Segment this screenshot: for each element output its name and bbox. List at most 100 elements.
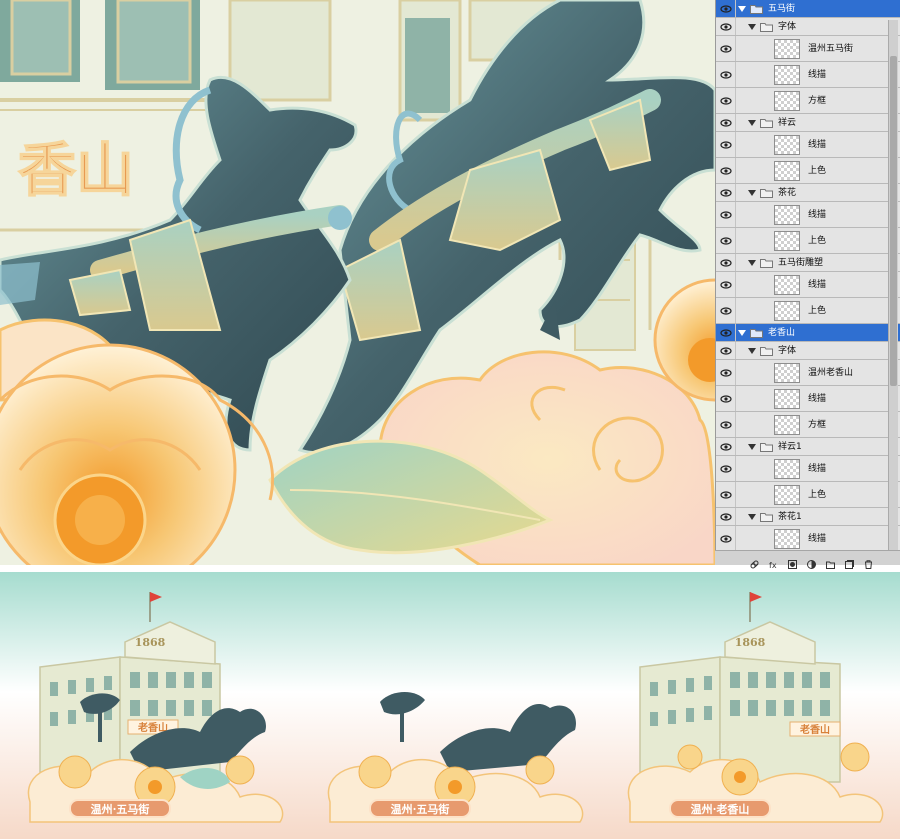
preview-card-2[interactable]: 温州·五马街 (300, 572, 600, 839)
expand-triangle-icon[interactable] (748, 347, 756, 355)
layer-name: 方框 (808, 420, 827, 430)
layer-name: 上色 (808, 306, 827, 316)
layers-scrollbar[interactable] (888, 20, 898, 550)
expand-triangle-icon[interactable] (748, 23, 756, 31)
layer-group-row[interactable]: 茶花 (716, 184, 900, 202)
visibility-eye-icon[interactable] (720, 345, 732, 357)
visibility-eye-icon[interactable] (720, 279, 732, 291)
visibility-eye-icon[interactable] (720, 327, 732, 339)
visibility-eye-icon[interactable] (720, 3, 732, 15)
visibility-eye-icon[interactable] (720, 21, 732, 33)
expand-triangle-icon[interactable] (738, 5, 746, 13)
layer-row[interactable]: 线描 (716, 62, 900, 88)
row-divider (735, 202, 736, 227)
visibility-eye-icon[interactable] (720, 43, 732, 55)
layer-group-row[interactable]: 字体 (716, 18, 900, 36)
layer-group-row[interactable]: 祥云1 (716, 438, 900, 456)
new-layer-icon[interactable] (845, 554, 854, 569)
layer-row[interactable]: 线描 (716, 132, 900, 158)
layer-name: 上色 (808, 490, 827, 500)
visibility-eye-icon[interactable] (720, 419, 732, 431)
visibility-eye-icon[interactable] (720, 489, 732, 501)
layer-row[interactable]: 上色 (716, 298, 900, 324)
trash-icon[interactable] (864, 554, 873, 569)
row-divider (735, 508, 736, 525)
layer-name: 方框 (808, 96, 827, 106)
layer-thumbnail (774, 275, 800, 295)
row-divider (735, 324, 736, 341)
visibility-eye-icon[interactable] (720, 257, 732, 269)
layer-row[interactable]: 线描 (716, 526, 900, 552)
adjustment-icon[interactable] (807, 554, 816, 569)
layer-row[interactable]: 上色 (716, 228, 900, 254)
layer-thumbnail (774, 205, 800, 225)
layer-name: 五马街 (768, 4, 796, 14)
expand-triangle-icon[interactable] (748, 119, 756, 127)
layer-row[interactable]: 线描 (716, 202, 900, 228)
layer-name: 字体 (778, 346, 797, 356)
visibility-eye-icon[interactable] (720, 393, 732, 405)
visibility-eye-icon[interactable] (720, 367, 732, 379)
new-group-icon[interactable] (826, 554, 835, 569)
year-label: 1868 (735, 636, 766, 649)
layer-row[interactable]: 上色 (716, 482, 900, 508)
visibility-eye-icon[interactable] (720, 69, 732, 81)
visibility-eye-icon[interactable] (720, 117, 732, 129)
folder-icon (750, 4, 763, 14)
row-divider (735, 438, 736, 455)
layer-row[interactable]: 上色 (716, 158, 900, 184)
layer-row[interactable]: 线描 (716, 456, 900, 482)
layers-footer-toolbar: fx (715, 550, 900, 570)
layer-group-row[interactable]: 茶花1 (716, 508, 900, 526)
row-divider (735, 158, 736, 183)
expand-triangle-icon[interactable] (748, 443, 756, 451)
layer-row[interactable]: 线描 (716, 272, 900, 298)
expand-triangle-icon[interactable] (748, 259, 756, 267)
layers-scrollbar-thumb[interactable] (890, 56, 897, 386)
folder-icon (760, 442, 773, 452)
layer-group-row[interactable]: 祥云 (716, 114, 900, 132)
layer-name: 上色 (808, 166, 827, 176)
visibility-eye-icon[interactable] (720, 533, 732, 545)
caption-text: 温州·五马街 (91, 802, 150, 816)
layer-row[interactable]: 方框 (716, 412, 900, 438)
layer-name: 线描 (808, 534, 827, 544)
layer-name: 老香山 (768, 328, 796, 338)
layer-group-row[interactable]: 五马街雕塑 (716, 254, 900, 272)
layer-thumbnail (774, 231, 800, 251)
preview-card-3[interactable]: 1868 老香山 温州·老香山 (600, 572, 900, 839)
visibility-eye-icon[interactable] (720, 235, 732, 247)
visibility-eye-icon[interactable] (720, 165, 732, 177)
link-icon[interactable] (750, 554, 759, 569)
fx-icon[interactable]: fx (769, 554, 778, 570)
svg-text:fx: fx (769, 561, 777, 569)
layer-name: 五马街雕塑 (778, 258, 824, 268)
layer-name: 茶花 (778, 188, 797, 198)
visibility-eye-icon[interactable] (720, 463, 732, 475)
visibility-eye-icon[interactable] (720, 187, 732, 199)
layer-name: 线描 (808, 210, 827, 220)
layer-group-row[interactable]: 老香山 (716, 324, 900, 342)
expand-triangle-icon[interactable] (748, 513, 756, 521)
expand-triangle-icon[interactable] (748, 189, 756, 197)
row-divider (735, 228, 736, 253)
visibility-eye-icon[interactable] (720, 95, 732, 107)
row-divider (735, 132, 736, 157)
layer-row[interactable]: 线描 (716, 386, 900, 412)
layer-group-row[interactable]: 字体 (716, 342, 900, 360)
layer-row[interactable]: 方框 (716, 88, 900, 114)
mask-icon[interactable] (788, 554, 797, 569)
preview-card-1[interactable]: 1868 老香山 温州·五马街 (0, 572, 300, 839)
visibility-eye-icon[interactable] (720, 441, 732, 453)
visibility-eye-icon[interactable] (720, 511, 732, 523)
layer-name: 祥云1 (778, 442, 802, 452)
expand-triangle-icon[interactable] (738, 329, 746, 337)
layer-row[interactable]: 温州五马街 (716, 36, 900, 62)
layer-group-row[interactable]: 五马街 (716, 0, 900, 18)
row-divider (735, 184, 736, 201)
visibility-eye-icon[interactable] (720, 209, 732, 221)
visibility-eye-icon[interactable] (720, 305, 732, 317)
layer-row[interactable]: 温州老香山 (716, 360, 900, 386)
visibility-eye-icon[interactable] (720, 139, 732, 151)
row-divider (735, 456, 736, 481)
